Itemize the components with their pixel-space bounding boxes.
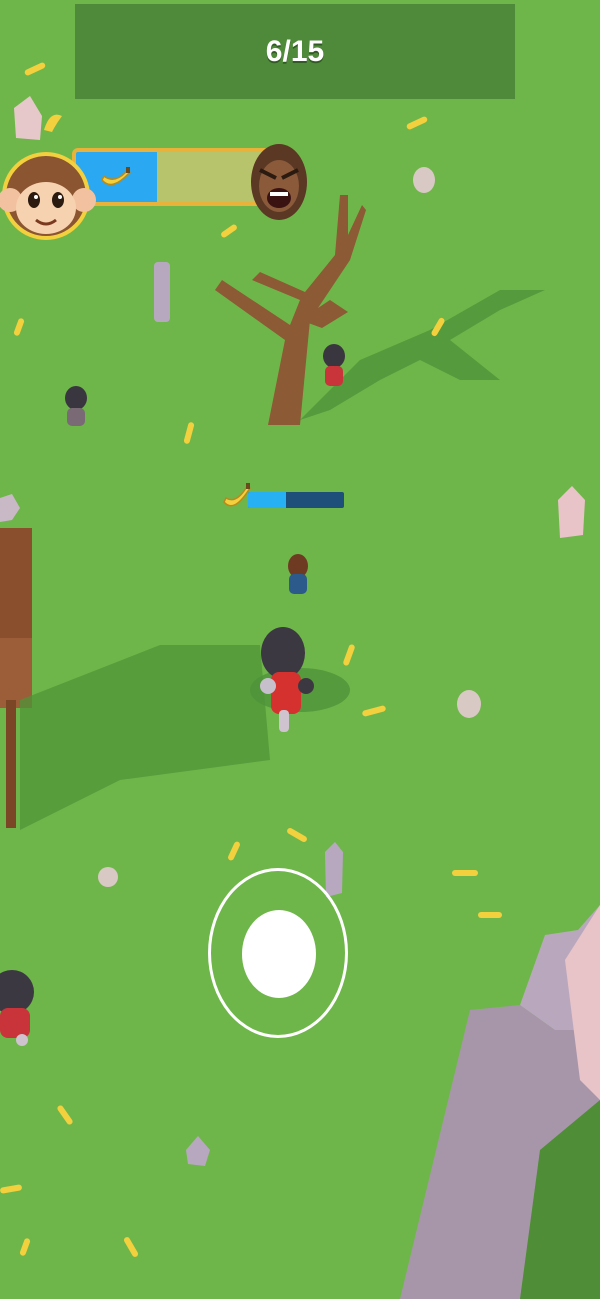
race-progress-hud (0, 100, 320, 240)
rival-monkey-3 (288, 554, 308, 594)
collect-progress-fill (248, 492, 287, 508)
rival-monkey-2 (65, 386, 87, 426)
banana-icon (101, 167, 132, 186)
monkey-face-icon (0, 114, 96, 240)
collect-progress (222, 480, 352, 516)
banana-counter: 6/15 (265, 34, 325, 68)
joystick-knob[interactable] (242, 910, 316, 998)
gorilla-face-icon (251, 144, 307, 220)
level-counter-panel: 6/15 (75, 4, 515, 99)
collect-progress-bar (248, 492, 344, 508)
